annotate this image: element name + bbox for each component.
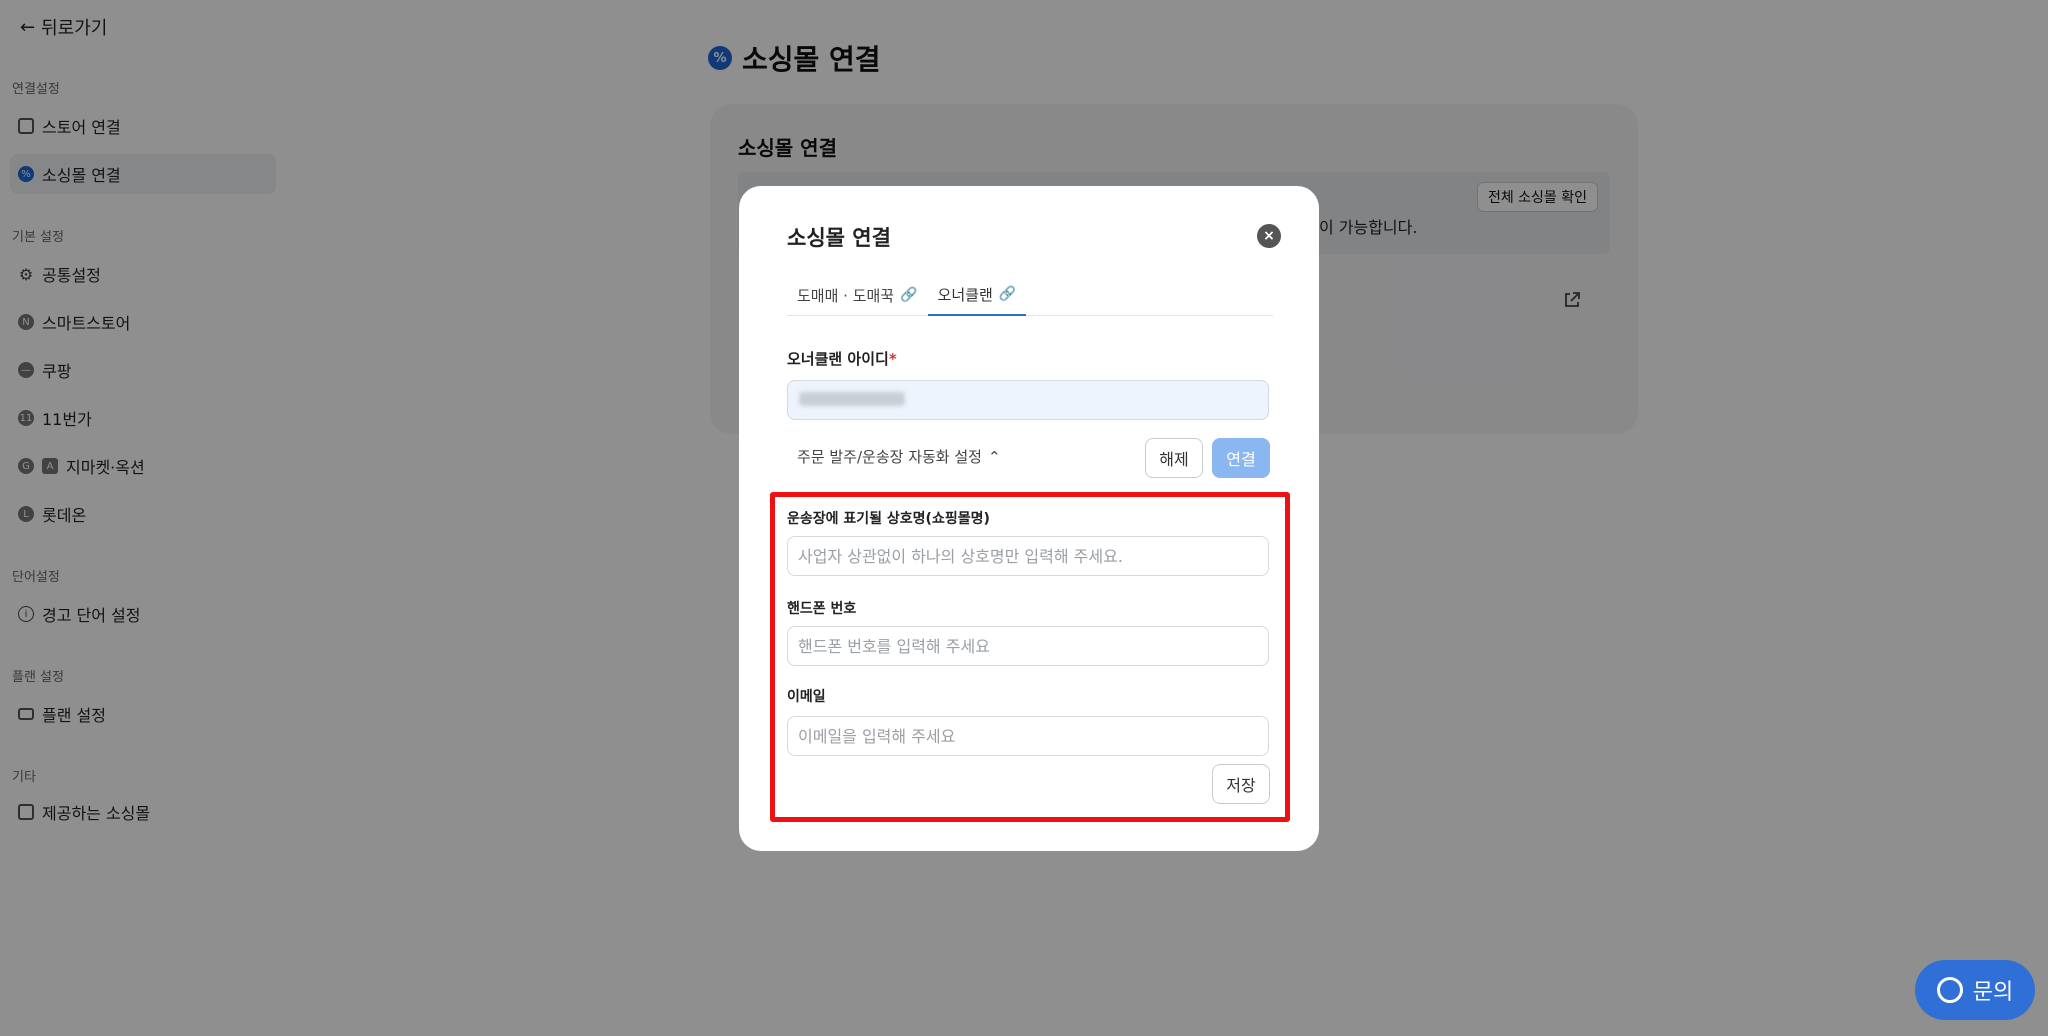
ownerclan-id-label: 오너클랜 아이디*	[787, 350, 897, 368]
headset-icon	[1936, 977, 1963, 1003]
modal-title: 소싱몰 연결	[787, 226, 891, 250]
redacted-id-value	[799, 392, 905, 406]
store-name-input[interactable]	[787, 536, 1269, 576]
phone-label: 핸드폰 번호	[787, 601, 857, 617]
store-name-label: 운송장에 표기될 상호명(쇼핑몰명)	[787, 511, 990, 527]
tab-label: 오너클랜	[937, 285, 993, 304]
tab-domeme[interactable]: 도매매 · 도매꾹 🔗	[787, 274, 928, 316]
close-icon[interactable]: ×	[1257, 224, 1281, 248]
save-button[interactable]: 저장	[1212, 764, 1270, 804]
chevron-up-icon: ⌃	[987, 447, 1001, 466]
inquiry-label: 문의	[1972, 980, 2014, 1005]
automation-settings-label: 주문 발주/운송장 자동화 설정	[797, 448, 982, 466]
tab-bar: 도매매 · 도매꾹 🔗 오너클랜 🔗	[787, 274, 1273, 316]
sourcing-connect-modal: 소싱몰 연결 × 도매매 · 도매꾹 🔗 오너클랜 🔗 오너클랜 아이디* 주문…	[739, 186, 1319, 851]
email-label: 이메일	[787, 689, 826, 705]
inquiry-button[interactable]: 문의	[1915, 960, 2035, 1020]
link-icon: 🔗	[998, 286, 1017, 302]
tab-label: 도매매 · 도매꾹	[797, 286, 895, 305]
automation-settings-toggle[interactable]: 주문 발주/운송장 자동화 설정 ⌃	[797, 446, 1001, 467]
required-mark: *	[888, 350, 897, 368]
release-button[interactable]: 해제	[1145, 438, 1203, 478]
link-icon: 🔗	[900, 287, 918, 303]
phone-input[interactable]	[787, 626, 1269, 666]
email-input[interactable]	[787, 716, 1269, 756]
tab-ownerclan[interactable]: 오너클랜 🔗	[927, 274, 1027, 316]
connect-button[interactable]: 연결	[1212, 438, 1270, 478]
